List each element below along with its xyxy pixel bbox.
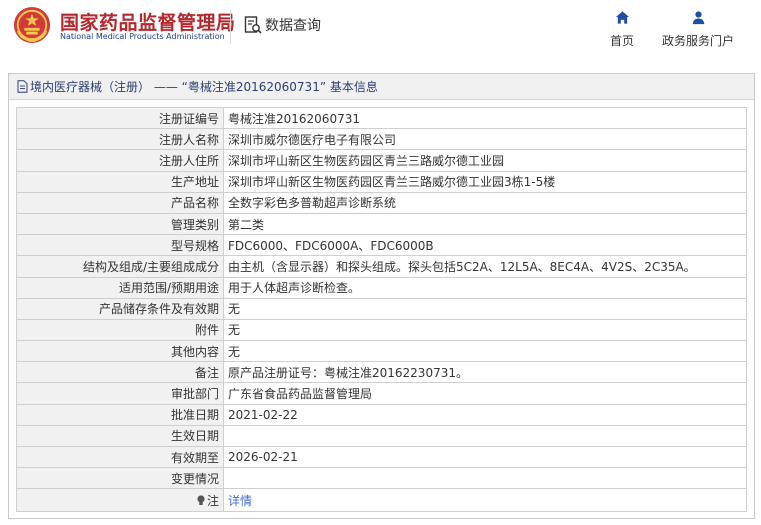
field-label: 有效期至 [16,445,224,469]
national-emblem-icon [13,6,51,44]
field-label: 注册证编号 [16,106,224,130]
field-value: FDC6000、FDC6000A、FDC6000B [223,234,747,257]
field-value: 无 [223,340,747,363]
field-value: 深圳市坪山新区生物医药园区青兰三路威尔德工业园 [223,149,747,172]
data-query-title: 数据查询 [243,15,321,35]
field-value: 原产品注册证号：粤械注准20162230731。 [223,361,747,384]
table-row: 其他内容无 [16,340,747,363]
field-value: 广东省食品药品监督管理局 [223,382,747,405]
note-label-text: 注 [206,493,219,508]
field-label: 附件 [16,318,224,342]
field-label: 审批部门 [16,382,224,405]
field-label: 注册人住所 [16,149,224,172]
table-row: 产品储存条件及有效期无 [16,297,747,320]
panel-title: 境内医疗器械（注册） —— “粤械注准20162060731” 基本信息 [9,74,754,100]
nav-service-portal[interactable]: 政务服务门户 [657,8,739,49]
field-label: 生产地址 [16,170,224,193]
table-row: 产品名称 全数字彩色多普勒超声诊断系统 [16,191,747,214]
basic-info-panel: 境内医疗器械（注册） —— “粤械注准20162060731” 基本信息 注册证… [8,73,755,519]
table-row: 备注 原产品注册证号：粤械注准20162230731。 [16,361,747,384]
note-row: 注 详情 [16,488,747,513]
document-search-icon [244,16,262,34]
table-row: 注册人名称 深圳市威尔德医疗电子有限公司 [16,128,747,151]
panel-title-text: 境内医疗器械（注册） —— “粤械注准20162060731” 基本信息 [30,80,378,94]
field-value: 全数字彩色多普勒超声诊断系统 [223,191,747,214]
field-value [223,424,747,448]
field-label: 型号规格 [16,234,224,257]
lightbulb-icon [197,495,205,505]
site-name-en: National Medical Products Administration [60,32,225,41]
field-label: 产品储存条件及有效期 [16,297,224,320]
field-label: 管理类别 [16,212,224,236]
nav-home[interactable]: 首页 [606,8,638,49]
note-value: 详情 [223,488,747,513]
data-query-label: 数据查询 [265,18,321,34]
table-row: 型号规格 FDC6000、FDC6000A、FDC6000B [16,234,747,257]
site-name-cn: 国家药品监督管理局 [60,12,236,34]
table-row: 生效日期 [16,424,747,448]
field-label: 产品名称 [16,191,224,214]
table-row: 审批部门 广东省食品药品监督管理局 [16,382,747,405]
field-label: 批准日期 [16,403,224,426]
field-value: 无 [223,297,747,320]
field-value: 深圳市威尔德医疗电子有限公司 [223,128,747,151]
field-value: 由主机（含显示器）和探头组成。探头包括5C2A、12L5A、8EC4A、4V2S… [223,255,747,278]
table-row: 批准日期 2021-02-22 [16,403,747,426]
field-value: 用于人体超声诊断检查。 [223,276,747,299]
device-info-table: 注册证编号 粤械注准20162060731 注册人名称 深圳市威尔德医疗电子有限公司… [16,106,747,513]
note-label: 注 [16,488,224,513]
field-value: 2021-02-22 [223,403,747,426]
field-value: 深圳市坪山新区生物医药园区青兰三路威尔德工业园3栋1-5楼 [223,170,747,193]
field-label: 变更情况 [16,467,224,490]
table-row: 生产地址 深圳市坪山新区生物医药园区青兰三路威尔德工业园3栋1-5楼 [16,170,747,193]
table-row: 附件无 [16,318,747,342]
document-icon [17,80,28,93]
table-row: 注册证编号 粤械注准20162060731 [16,106,747,130]
field-label: 备注 [16,361,224,384]
user-icon [692,11,704,25]
field-label: 其他内容 [16,340,224,363]
details-link[interactable]: 详情 [228,494,252,508]
field-value [223,467,747,490]
nav-service-portal-label: 政务服务门户 [661,34,734,48]
table-row: 变更情况 [16,467,747,490]
nav-home-label: 首页 [609,34,634,48]
field-value: 粤械注准20162060731 [223,106,747,130]
field-label: 注册人名称 [16,128,224,151]
field-label: 生效日期 [16,424,224,448]
field-value: 无 [223,318,747,342]
field-value: 2026-02-21 [223,445,747,469]
header-divider [230,10,231,44]
table-row: 注册人住所 深圳市坪山新区生物医药园区青兰三路威尔德工业园 [16,149,747,172]
field-label: 结构及组成/主要组成成分 [16,255,224,278]
table-row: 管理类别 第二类 [16,212,747,236]
table-row: 结构及组成/主要组成成分 由主机（含显示器）和探头组成。探头包括5C2A、12L5… [16,255,747,278]
site-header: 国家药品监督管理局 National Medical Products Admi… [0,0,761,56]
table-row: 适用范围/预期用途 用于人体超声诊断检查。 [16,276,747,299]
field-value: 第二类 [223,212,747,236]
table-row: 有效期至 2026-02-21 [16,445,747,469]
home-icon [615,11,629,24]
field-label: 适用范围/预期用途 [16,276,224,299]
